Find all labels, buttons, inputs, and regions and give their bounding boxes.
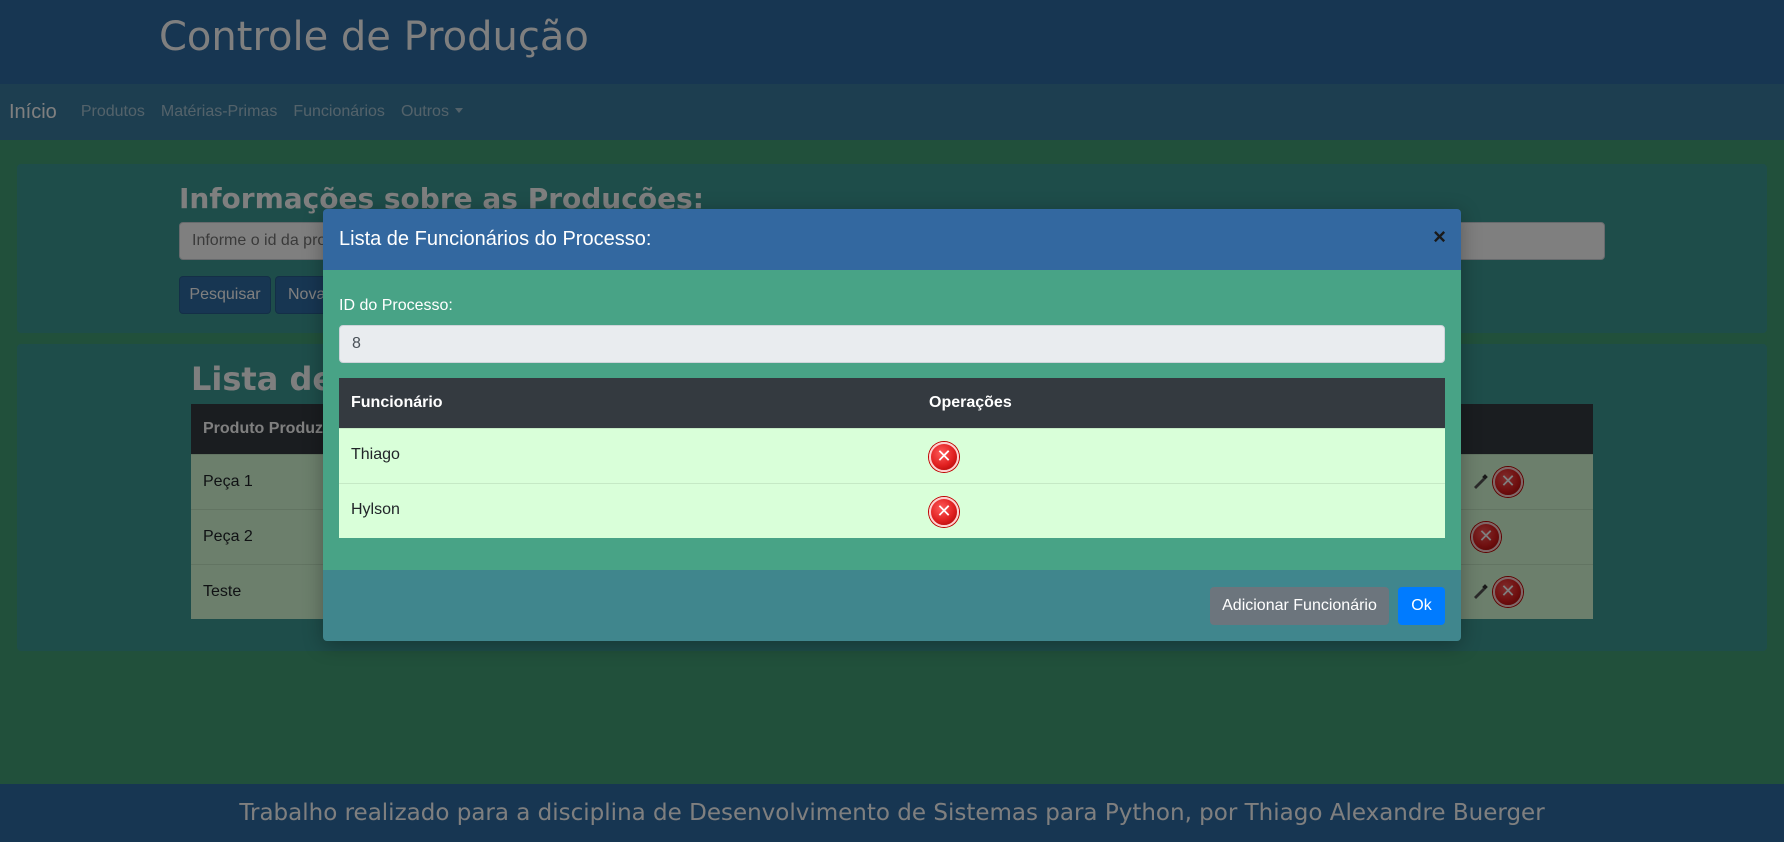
delete-circle-icon[interactable]: ✕ [929, 497, 959, 527]
modal-header: Lista de Funcionários do Processo: × [323, 209, 1461, 270]
delete-circle-icon[interactable]: ✕ [929, 442, 959, 472]
ok-button[interactable]: Ok [1398, 587, 1445, 625]
employee-name: Hylson [351, 501, 400, 518]
employees-modal: Lista de Funcionários do Processo: × ID … [323, 209, 1461, 641]
process-id-field[interactable] [339, 325, 1445, 363]
page: Controle de Produção Início Produtos Mat… [0, 0, 1784, 842]
add-employee-button[interactable]: Adicionar Funcionário [1210, 587, 1389, 625]
delete-employee-button[interactable]: ✕ [929, 497, 959, 527]
column-header-funcionario: Funcionário [351, 394, 443, 411]
employees-table-header: Funcionário Operações [339, 378, 1445, 428]
table-row: Hylson ✕ [339, 483, 1445, 538]
table-row: Thiago ✕ [339, 428, 1445, 483]
column-header-operacoes: Operações [929, 394, 1012, 411]
employees-table: Funcionário Operações Thiago ✕ Hylson ✕ [339, 378, 1445, 538]
employee-name: Thiago [351, 446, 400, 463]
process-id-label: ID do Processo: [339, 297, 453, 314]
modal-title: Lista de Funcionários do Processo: [339, 228, 652, 250]
delete-employee-button[interactable]: ✕ [929, 442, 959, 472]
modal-footer: Adicionar Funcionário Ok [323, 570, 1461, 641]
close-icon[interactable]: × [1433, 226, 1446, 248]
modal-body: ID do Processo: Funcionário Operações Th… [323, 270, 1461, 570]
